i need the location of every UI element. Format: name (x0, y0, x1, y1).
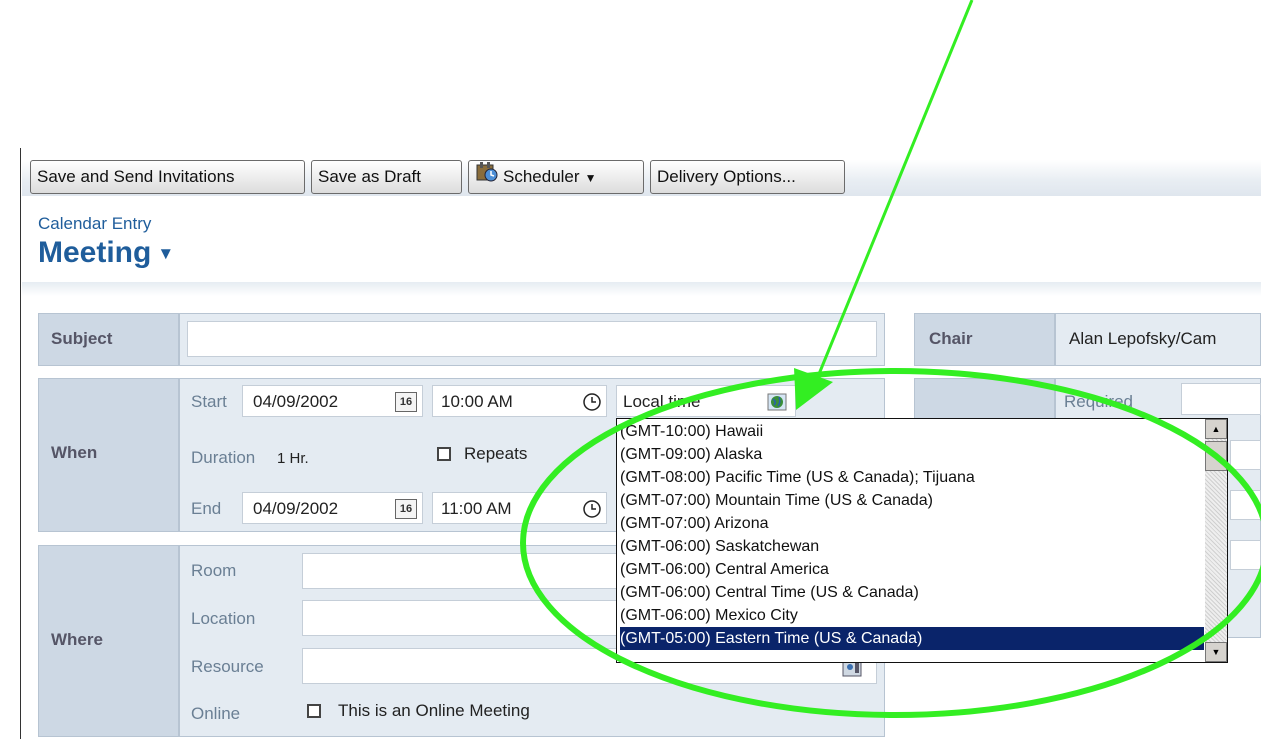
delivery-options-button[interactable]: Delivery Options... (650, 160, 845, 194)
when-label: When (51, 443, 98, 462)
repeats-label: Repeats (464, 444, 528, 463)
header-band (22, 282, 1261, 296)
timezone-option[interactable]: (GMT-10:00) Hawaii (620, 420, 1204, 443)
end-date-field[interactable]: 04/09/2002 16 (242, 492, 423, 524)
start-time-value: 10:00 AM (441, 392, 513, 411)
timezone-option[interactable]: (GMT-06:00) Mexico City (620, 604, 1204, 627)
form-kind-label: Calendar Entry (38, 214, 152, 233)
save-and-send-button[interactable]: Save and Send Invitations (30, 160, 305, 194)
duration-value: 1 Hr. (277, 450, 309, 467)
scroll-down-icon[interactable]: ▼ (1205, 642, 1227, 662)
chair-label: Chair (929, 329, 973, 348)
scheduler-icon (475, 161, 499, 194)
when-label-cell: When (38, 378, 179, 532)
end-time-value: 11:00 AM (441, 499, 512, 518)
invitee-input-3[interactable] (1230, 540, 1261, 570)
subject-label: Subject (51, 329, 113, 348)
save-as-draft-button[interactable]: Save as Draft (311, 160, 462, 194)
optional-input[interactable] (1230, 440, 1261, 470)
timezone-option[interactable]: (GMT-06:00) Saskatchewan (620, 535, 1204, 558)
end-time-field[interactable]: 11:00 AM (432, 492, 607, 524)
resource-label: Resource (191, 657, 264, 676)
fyi-input[interactable] (1230, 490, 1261, 520)
calendar-icon[interactable]: 16 (395, 392, 417, 412)
clock-icon[interactable] (582, 392, 602, 417)
chevron-down-icon: ▼ (157, 244, 175, 264)
form-title[interactable]: Meeting ▼ (38, 236, 174, 270)
scheduler-button[interactable]: Scheduler ▼ (468, 160, 644, 194)
duration-label: Duration (191, 448, 256, 467)
form-title-text: Meeting (38, 236, 152, 269)
timezone-option[interactable]: (GMT-05:00) Eastern Time (US & Canada) (620, 627, 1204, 650)
calendar-icon[interactable]: 16 (395, 499, 417, 519)
location-label: Location (191, 609, 256, 628)
scheduler-label: Scheduler (503, 167, 580, 186)
timezone-select[interactable]: Local time (616, 385, 796, 417)
scrollbar-thumb[interactable] (1205, 441, 1227, 471)
globe-icon[interactable] (767, 393, 787, 416)
clock-icon[interactable] (582, 499, 602, 524)
online-label: Online (191, 704, 241, 723)
start-date-field[interactable]: 04/09/2002 16 (242, 385, 423, 417)
timezone-option[interactable]: (GMT-09:00) Alaska (620, 443, 1204, 466)
start-date-value: 04/09/2002 (253, 392, 339, 411)
left-border-line (20, 148, 21, 739)
timezone-option[interactable]: (GMT-07:00) Arizona (620, 512, 1204, 535)
timezone-value: Local time (623, 392, 701, 411)
subject-input[interactable] (187, 321, 877, 357)
required-input[interactable] (1181, 383, 1261, 415)
end-date-value: 04/09/2002 (253, 499, 339, 518)
room-label: Room (191, 561, 237, 580)
start-time-field[interactable]: 10:00 AM (432, 385, 607, 417)
timezone-dropdown-list[interactable]: (GMT-10:00) Hawaii (GMT-09:00) Alaska (GMT… (616, 418, 1228, 663)
where-label-cell: Where (38, 545, 179, 737)
chair-value: Alan Lepofsky/Cam (1069, 329, 1217, 348)
required-label: Required (1064, 392, 1133, 411)
scroll-up-icon[interactable]: ▲ (1205, 419, 1227, 439)
start-label: Start (191, 392, 227, 411)
chevron-down-icon: ▼ (584, 171, 597, 185)
end-label: End (191, 499, 222, 518)
timezone-option[interactable]: (GMT-08:00) Pacific Time (US & Canada); … (620, 466, 1204, 489)
timezone-option[interactable]: (GMT-07:00) Mountain Time (US & Canada) (620, 489, 1204, 512)
where-label: Where (51, 630, 103, 649)
online-meeting-label: This is an Online Meeting (338, 701, 530, 720)
chair-label-cell: Chair (914, 313, 1055, 366)
dropdown-scrollbar[interactable]: ▲ ▼ (1205, 419, 1227, 662)
online-meeting-checkbox[interactable] (307, 704, 321, 718)
timezone-option[interactable]: (GMT-06:00) Central Time (US & Canada) (620, 581, 1204, 604)
subject-label-cell: Subject (38, 313, 179, 366)
timezone-option[interactable]: (GMT-06:00) Central America (620, 558, 1204, 581)
repeats-checkbox[interactable] (437, 447, 451, 461)
